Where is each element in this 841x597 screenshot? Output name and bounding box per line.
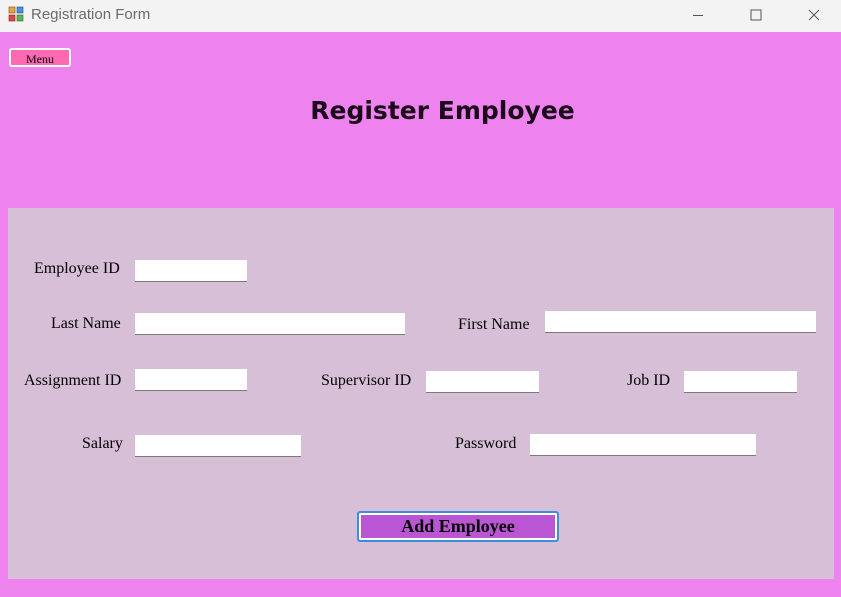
supervisor-id-field[interactable] xyxy=(426,371,539,393)
add-employee-button[interactable]: Add Employee xyxy=(357,511,559,542)
minimize-icon xyxy=(692,6,704,25)
job-id-field[interactable] xyxy=(684,371,797,393)
last-name-label: Last Name xyxy=(51,315,121,332)
supervisor-id-label: Supervisor ID xyxy=(321,372,412,389)
job-id-label: Job ID xyxy=(627,372,671,389)
app-form-icon xyxy=(8,6,24,22)
assignment-id-label: Assignment ID xyxy=(24,372,122,389)
salary-label: Salary xyxy=(82,435,123,452)
salary-field[interactable] xyxy=(135,435,301,457)
employee-id-field[interactable] xyxy=(135,260,247,282)
password-field[interactable] xyxy=(530,434,756,456)
window-title: Registration Form xyxy=(31,6,151,23)
maximize-icon xyxy=(750,6,762,25)
password-label: Password xyxy=(455,435,517,452)
maximize-button[interactable] xyxy=(727,0,785,30)
employee-form-panel: Employee ID Last Name First Name Assignm… xyxy=(8,208,834,579)
title-bar[interactable]: Registration Form xyxy=(0,0,841,32)
last-name-field[interactable] xyxy=(135,313,405,335)
assignment-id-field[interactable] xyxy=(135,369,247,391)
menu-button[interactable]: Menu xyxy=(9,48,71,67)
first-name-field[interactable] xyxy=(545,311,816,333)
registration-window: Registration Form Menu Register Employee… xyxy=(0,0,841,597)
minimize-button[interactable] xyxy=(669,0,727,30)
form-client-area: Menu Register Employee Employee ID Last … xyxy=(0,32,841,597)
close-icon xyxy=(808,6,820,25)
employee-id-label: Employee ID xyxy=(34,260,120,277)
close-button[interactable] xyxy=(785,0,841,30)
first-name-label: First Name xyxy=(458,316,530,333)
page-title: Register Employee xyxy=(310,96,575,125)
